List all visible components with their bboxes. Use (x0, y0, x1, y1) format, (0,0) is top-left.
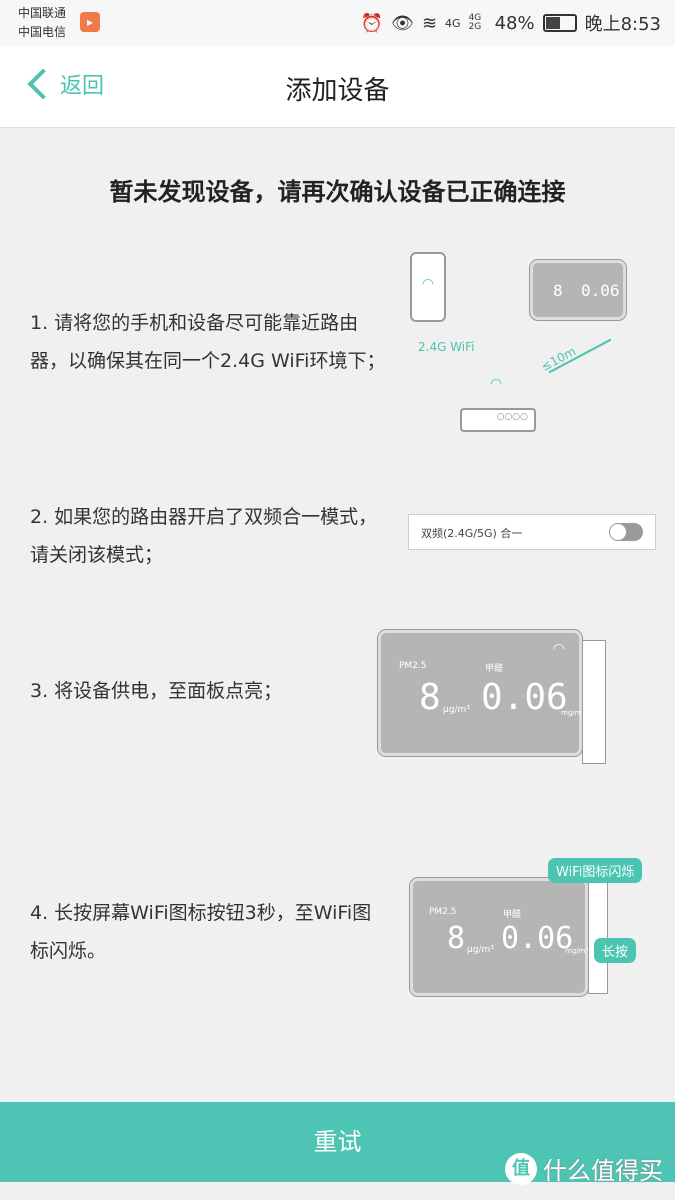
signal-2g-icon: 4G 2G (468, 13, 482, 32)
carrier-2: 中国电信 (18, 25, 67, 39)
step-1: 1. 请将您的手机和设备尽可能靠近路由器，以确保其在同一个2.4G WiFi环境… (30, 312, 386, 372)
carrier-info: 中国联通 中国电信 (18, 4, 66, 42)
router-wifi-icon: ◠ (490, 376, 503, 392)
clock: 晚上8:53 (584, 14, 661, 35)
retry-label: 重试 (313, 1128, 362, 1156)
eye-icon: 👁 (391, 12, 414, 34)
watermark: 值什么值得买 (505, 1151, 663, 1186)
wifi-icon: ◠ (421, 276, 435, 292)
headline: 暂未发现设备，请再次确认设备已正确连接 (109, 178, 566, 206)
device-illustration-press: PM2.5 甲醛 8 μg/m³ 0.06 mg/m³ (409, 877, 589, 997)
battery-icon (542, 14, 577, 32)
app-notification-icon: ▸ (80, 12, 100, 32)
wifi-band-label: 2.4G WiFi (418, 340, 475, 354)
watermark-text: 什么值得买 (543, 1157, 663, 1185)
nav-bar: 返回 添加设备 (0, 46, 675, 128)
carrier-1: 中国联通 (18, 6, 67, 20)
device-side (582, 640, 606, 764)
dual-band-setting: 双频(2.4G/5G) 合一 (408, 514, 656, 550)
signal-4g-icon: 4G (445, 16, 461, 30)
long-press-callout: 长按 (594, 938, 637, 963)
wifi-icon: ≋ (421, 12, 438, 34)
device-side (588, 880, 608, 994)
step-3: 3. 将设备供电，至面板点亮； (30, 680, 283, 702)
device-illustration-powered: PM2.5 甲醛 8 μg/m³ 0.06 mg/m³ ◠ (377, 629, 584, 757)
wifi-icon: ◠ (552, 641, 565, 657)
router-illustration: ○○○○ (460, 408, 536, 432)
dual-band-toggle (609, 523, 643, 541)
step-2: 2. 如果您的路由器开启了双频合一模式，请关闭该模式； (30, 506, 378, 566)
step-4: 4. 长按屏幕WiFi图标按钮3秒，至WiFi图标闪烁。 (30, 902, 372, 962)
battery-percent: 48% (494, 12, 535, 34)
watermark-logo-icon: 值 (505, 1152, 537, 1185)
device-illustration-small: 8 0.06 (529, 259, 627, 321)
alarm-icon: ⏰ (360, 12, 384, 34)
status-bar: 中国联通中国电信 ▸ ⏰ 👁 ≋ 4G 4G 2G 48% 晚上8:53 (0, 0, 675, 46)
page-title: 添加设备 (285, 76, 390, 106)
wifi-blink-callout: WiFi图标闪烁 (548, 858, 643, 883)
phone-illustration: ◠ (410, 252, 446, 322)
dual-band-label: 双频(2.4G/5G) 合一 (421, 527, 523, 540)
